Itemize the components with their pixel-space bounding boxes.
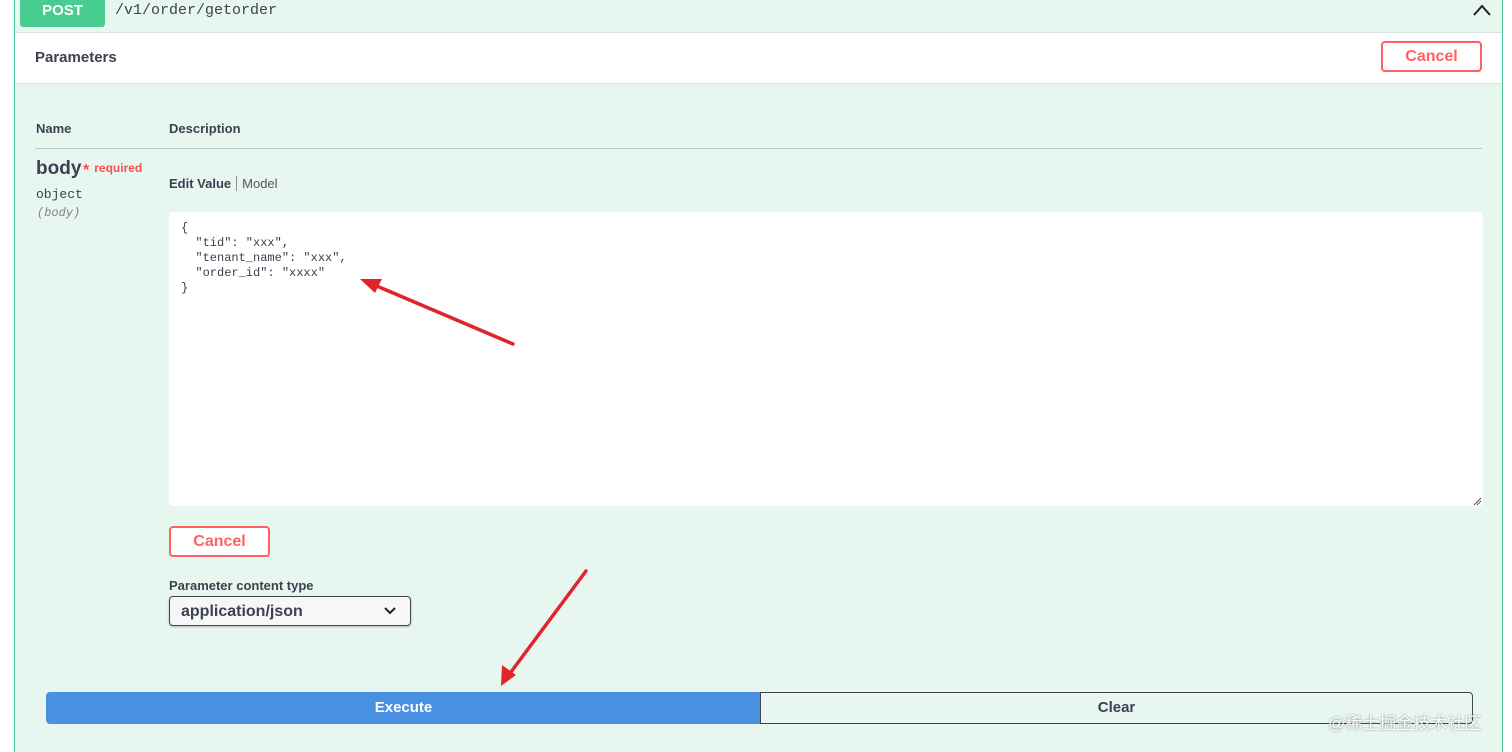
body-textarea[interactable]: { "tid": "xxx", "tenant_name": "xxx", "o… xyxy=(169,212,1483,506)
operation-summary[interactable]: POST /v1/order/getorder xyxy=(15,0,1502,33)
method-badge: POST xyxy=(20,0,105,27)
execute-button[interactable]: Execute xyxy=(46,692,761,724)
content-type-select[interactable]: application/json xyxy=(169,596,411,626)
operation-block: POST /v1/order/getorder Parameters Cance… xyxy=(14,0,1503,752)
operation-path: /v1/order/getorder xyxy=(115,2,278,19)
chevron-down-icon xyxy=(384,607,396,615)
chevron-up-icon[interactable] xyxy=(1472,3,1492,17)
cancel-try-out-button[interactable]: Cancel xyxy=(1381,41,1482,72)
tab-model[interactable]: Model xyxy=(237,176,277,191)
parameter-location: (body) xyxy=(37,206,81,220)
watermark: @稀土掘金技术社区 xyxy=(1328,714,1482,733)
column-header-description: Description xyxy=(169,121,241,136)
content-type-label: Parameter content type xyxy=(169,578,314,593)
table-divider xyxy=(35,148,1482,149)
execute-wrapper: Execute Clear xyxy=(46,692,1473,725)
resize-grip-icon[interactable] xyxy=(1473,497,1482,506)
cancel-edit-button[interactable]: Cancel xyxy=(169,526,270,557)
column-header-name: Name xyxy=(36,121,72,136)
required-star: * xyxy=(83,162,90,179)
parameters-title: Parameters xyxy=(35,49,117,66)
parameter-name: body xyxy=(36,158,82,179)
parameters-header: Parameters Cancel xyxy=(15,32,1502,84)
tab-edit-value[interactable]: Edit Value xyxy=(169,176,238,191)
content-type-value: application/json xyxy=(181,603,303,620)
required-label: required xyxy=(94,161,143,175)
parameter-type: object xyxy=(36,187,83,202)
required-marker: * required xyxy=(83,159,143,179)
value-model-tabs: Edit Value Model xyxy=(169,176,278,191)
